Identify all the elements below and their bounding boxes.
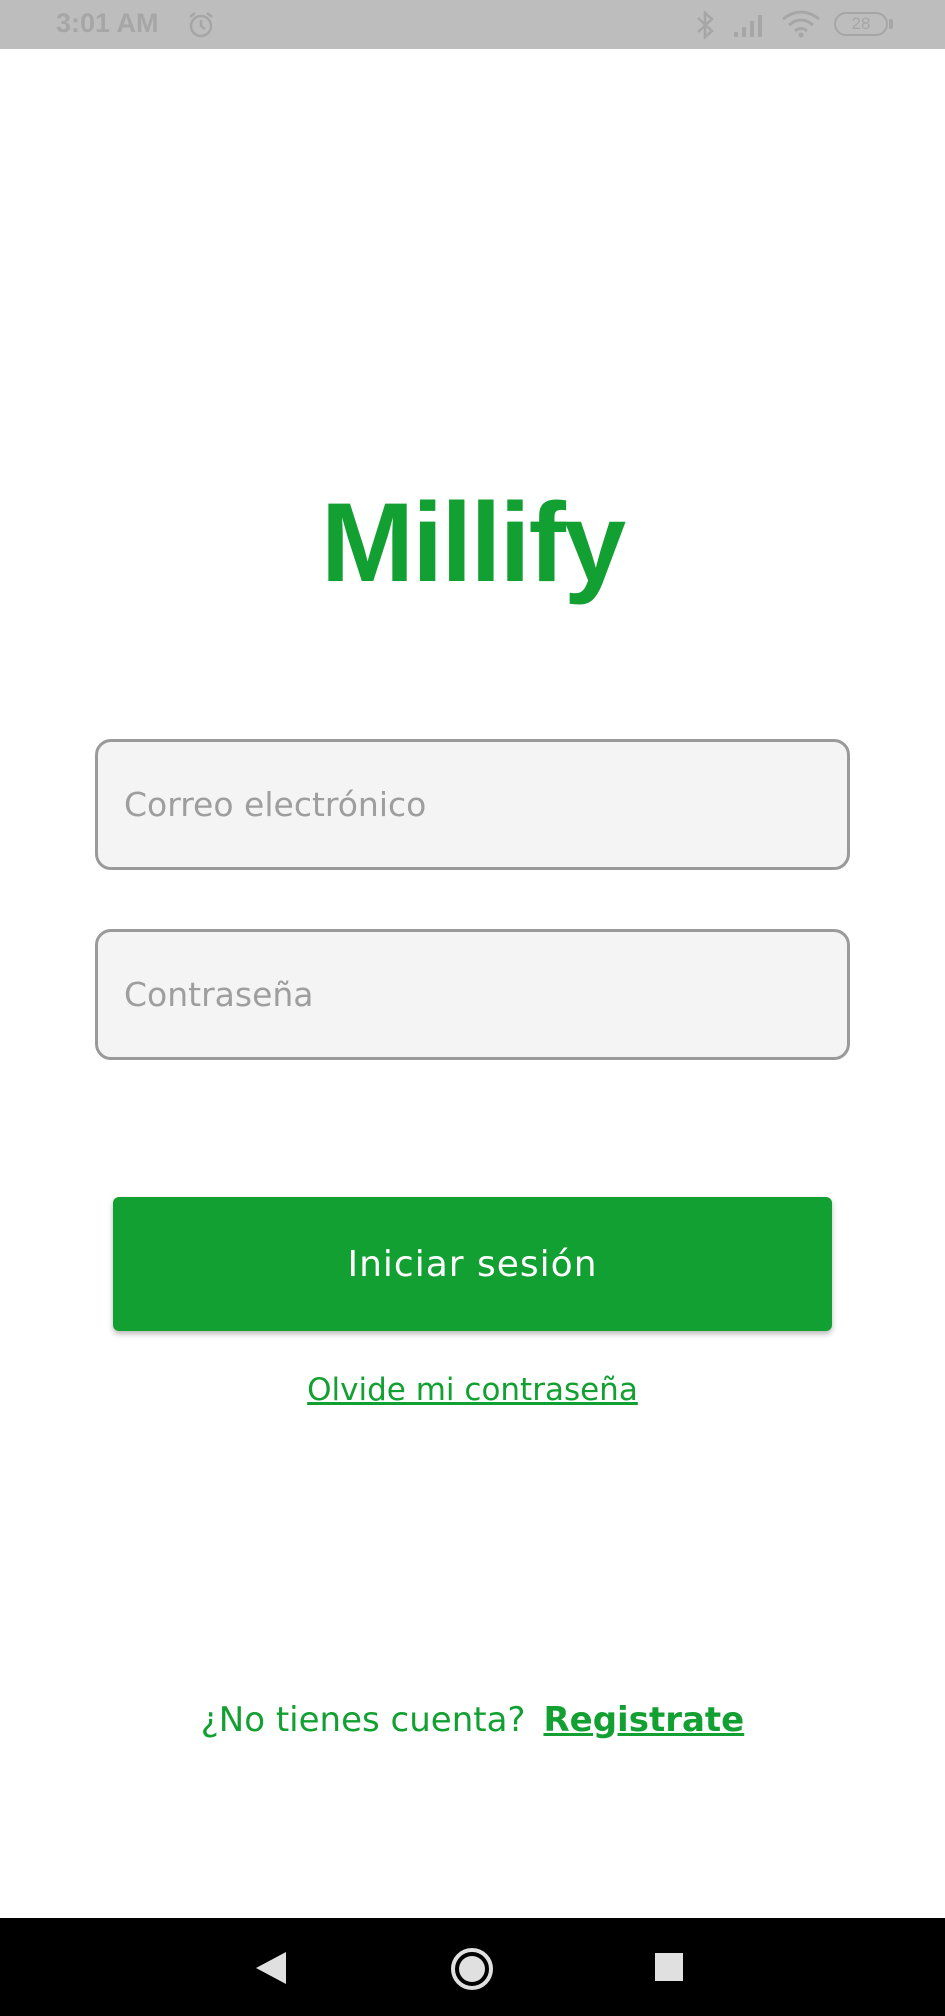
app-logo: Millify	[320, 480, 626, 605]
alarm-icon	[189, 12, 213, 38]
signal-icon	[734, 15, 762, 37]
battery-tip	[889, 19, 893, 29]
forgot-password-link[interactable]: Olvide mi contraseña	[0, 1372, 945, 1408]
status-bar: 3:01 AM 28	[0, 0, 945, 49]
back-icon[interactable]	[254, 1950, 288, 1986]
home-icon[interactable]	[450, 1947, 494, 1991]
status-time: 3:01 AM	[56, 8, 159, 38]
recent-apps-icon[interactable]	[654, 1952, 684, 1982]
battery-icon: 28	[834, 12, 888, 36]
login-button[interactable]: Iniciar sesión	[113, 1197, 832, 1331]
navigation-bar	[0, 1918, 945, 2016]
register-link[interactable]: Registrate	[543, 1700, 744, 1740]
password-field[interactable]	[95, 929, 850, 1060]
wifi-icon	[782, 10, 820, 38]
email-field[interactable]	[95, 739, 850, 870]
bluetooth-icon	[697, 10, 714, 40]
signup-row: ¿No tienes cuenta? Registrate	[0, 1700, 945, 1740]
signup-prompt: ¿No tienes cuenta?	[200, 1700, 526, 1740]
